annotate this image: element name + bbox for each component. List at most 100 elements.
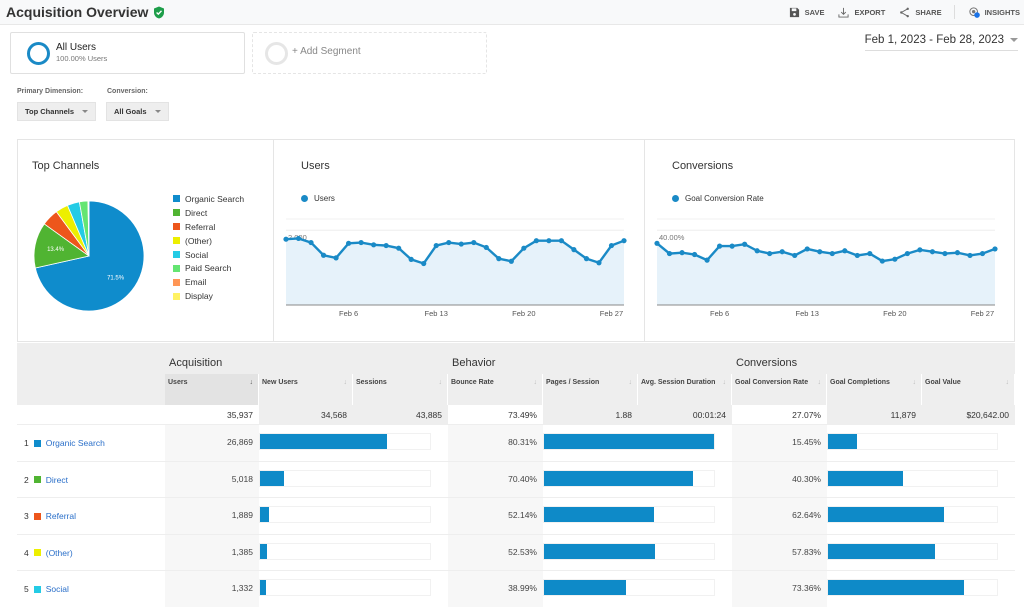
data-point[interactable] (484, 245, 489, 250)
data-point[interactable] (471, 240, 476, 245)
primary-dimension-select[interactable]: Top Channels (17, 102, 96, 121)
data-point[interactable] (992, 246, 997, 251)
column-header-goal-completions[interactable]: Goal Completions↓ (827, 374, 922, 405)
bar-fill (260, 544, 267, 559)
channel-link[interactable]: (Other) (46, 548, 73, 558)
data-point[interactable] (942, 251, 947, 256)
data-point[interactable] (559, 238, 564, 243)
sort-arrow-icon[interactable]: ↓ (344, 378, 348, 387)
share-label: SHARE (915, 8, 941, 17)
sort-arrow-icon[interactable]: ↓ (439, 378, 443, 387)
data-point[interactable] (930, 249, 935, 254)
data-point[interactable] (283, 237, 288, 242)
data-point[interactable] (446, 240, 451, 245)
export-button[interactable]: EXPORT (838, 7, 885, 18)
data-point[interactable] (867, 251, 872, 256)
data-point[interactable] (654, 241, 659, 246)
sort-arrow-icon[interactable]: ↓ (1006, 378, 1010, 387)
data-point[interactable] (817, 249, 822, 254)
data-point[interactable] (534, 238, 539, 243)
add-segment-button[interactable]: + Add Segment (252, 32, 487, 74)
data-point[interactable] (855, 253, 860, 258)
column-header-new-users[interactable]: New Users ↓ (259, 374, 353, 405)
data-point[interactable] (409, 257, 414, 262)
data-point[interactable] (521, 246, 526, 251)
data-point[interactable] (546, 238, 551, 243)
data-point[interactable] (459, 241, 464, 246)
column-header-bounce-rate[interactable]: Bounce Rate↓ (448, 374, 543, 405)
row-channel: 1Organic Search (24, 438, 105, 448)
data-point[interactable] (346, 241, 351, 246)
data-point[interactable] (730, 244, 735, 249)
data-point[interactable] (584, 256, 589, 261)
data-point[interactable] (717, 244, 722, 249)
column-header-pages-session[interactable]: Pages / Session↓ (543, 374, 638, 405)
data-point[interactable] (321, 253, 326, 258)
data-point[interactable] (955, 250, 960, 255)
data-point[interactable] (780, 249, 785, 254)
data-point[interactable] (967, 253, 972, 258)
sort-arrow-icon[interactable]: ↓ (250, 378, 254, 387)
bar-track (259, 579, 431, 596)
data-point[interactable] (792, 253, 797, 258)
data-point[interactable] (692, 252, 697, 257)
data-point[interactable] (830, 251, 835, 256)
sort-arrow-icon[interactable]: ↓ (723, 378, 727, 387)
data-point[interactable] (434, 243, 439, 248)
column-header-sessions[interactable]: Sessions↓ (353, 374, 448, 405)
data-point[interactable] (609, 243, 614, 248)
column-header-users[interactable]: Users↓ (165, 374, 259, 405)
data-point[interactable] (767, 251, 772, 256)
sort-arrow-icon[interactable]: ↓ (534, 378, 538, 387)
save-button[interactable]: SAVE (789, 7, 825, 18)
data-point[interactable] (496, 256, 501, 261)
sort-arrow-icon[interactable]: ↓ (629, 378, 633, 387)
data-point[interactable] (571, 247, 576, 252)
data-point[interactable] (742, 242, 747, 247)
data-point[interactable] (333, 255, 338, 260)
conversion-select[interactable]: All Goals (106, 102, 169, 121)
channel-link[interactable]: Social (46, 584, 69, 594)
data-point[interactable] (892, 257, 897, 262)
data-point[interactable] (755, 248, 760, 253)
insights-button[interactable]: INSIGHTS (969, 7, 1020, 18)
column-header-label: Avg. Session Duration (641, 378, 715, 387)
data-point[interactable] (384, 243, 389, 248)
insights-label: INSIGHTS (985, 8, 1020, 17)
date-range-picker[interactable]: Feb 1, 2023 - Feb 28, 2023 (865, 34, 1018, 51)
data-point[interactable] (621, 238, 626, 243)
data-point[interactable] (679, 250, 684, 255)
channel-link[interactable]: Organic Search (46, 438, 105, 448)
column-header-goal-conversion-rate[interactable]: Goal Conversion Rate↓ (732, 374, 827, 405)
sort-arrow-icon[interactable]: ↓ (818, 378, 822, 387)
x-tick-label: Feb 6 (710, 309, 729, 318)
row-channel: 3Referral (24, 511, 76, 521)
data-point[interactable] (905, 251, 910, 256)
data-point[interactable] (842, 248, 847, 253)
share-button[interactable]: SHARE (899, 7, 941, 18)
bar-fill (260, 471, 284, 486)
data-point[interactable] (421, 261, 426, 266)
data-point[interactable] (308, 240, 313, 245)
data-point[interactable] (667, 251, 672, 256)
data-point[interactable] (371, 242, 376, 247)
data-point[interactable] (704, 258, 709, 263)
channel-link[interactable]: Direct (46, 475, 68, 485)
sort-arrow-icon[interactable]: ↓ (913, 378, 917, 387)
segment-all-users[interactable]: All Users 100.00% Users (10, 32, 245, 74)
data-point[interactable] (359, 240, 364, 245)
column-header-avg-session-duration[interactable]: Avg. Session Duration ↓ (638, 374, 732, 405)
top-channels-panel: Top Channels 71.5%13.4% Organic SearchDi… (18, 140, 273, 341)
channel-link[interactable]: Referral (46, 511, 76, 521)
data-point[interactable] (917, 247, 922, 252)
data-point[interactable] (980, 251, 985, 256)
data-point[interactable] (296, 236, 301, 241)
data-point[interactable] (805, 246, 810, 251)
data-point[interactable] (509, 259, 514, 264)
column-header-goal-value[interactable]: Goal Value↓ (922, 374, 1015, 405)
data-point[interactable] (396, 246, 401, 251)
data-point[interactable] (880, 258, 885, 263)
data-point[interactable] (596, 260, 601, 265)
column-header-label: New Users (262, 378, 298, 387)
add-segment-ring-icon (265, 42, 288, 65)
